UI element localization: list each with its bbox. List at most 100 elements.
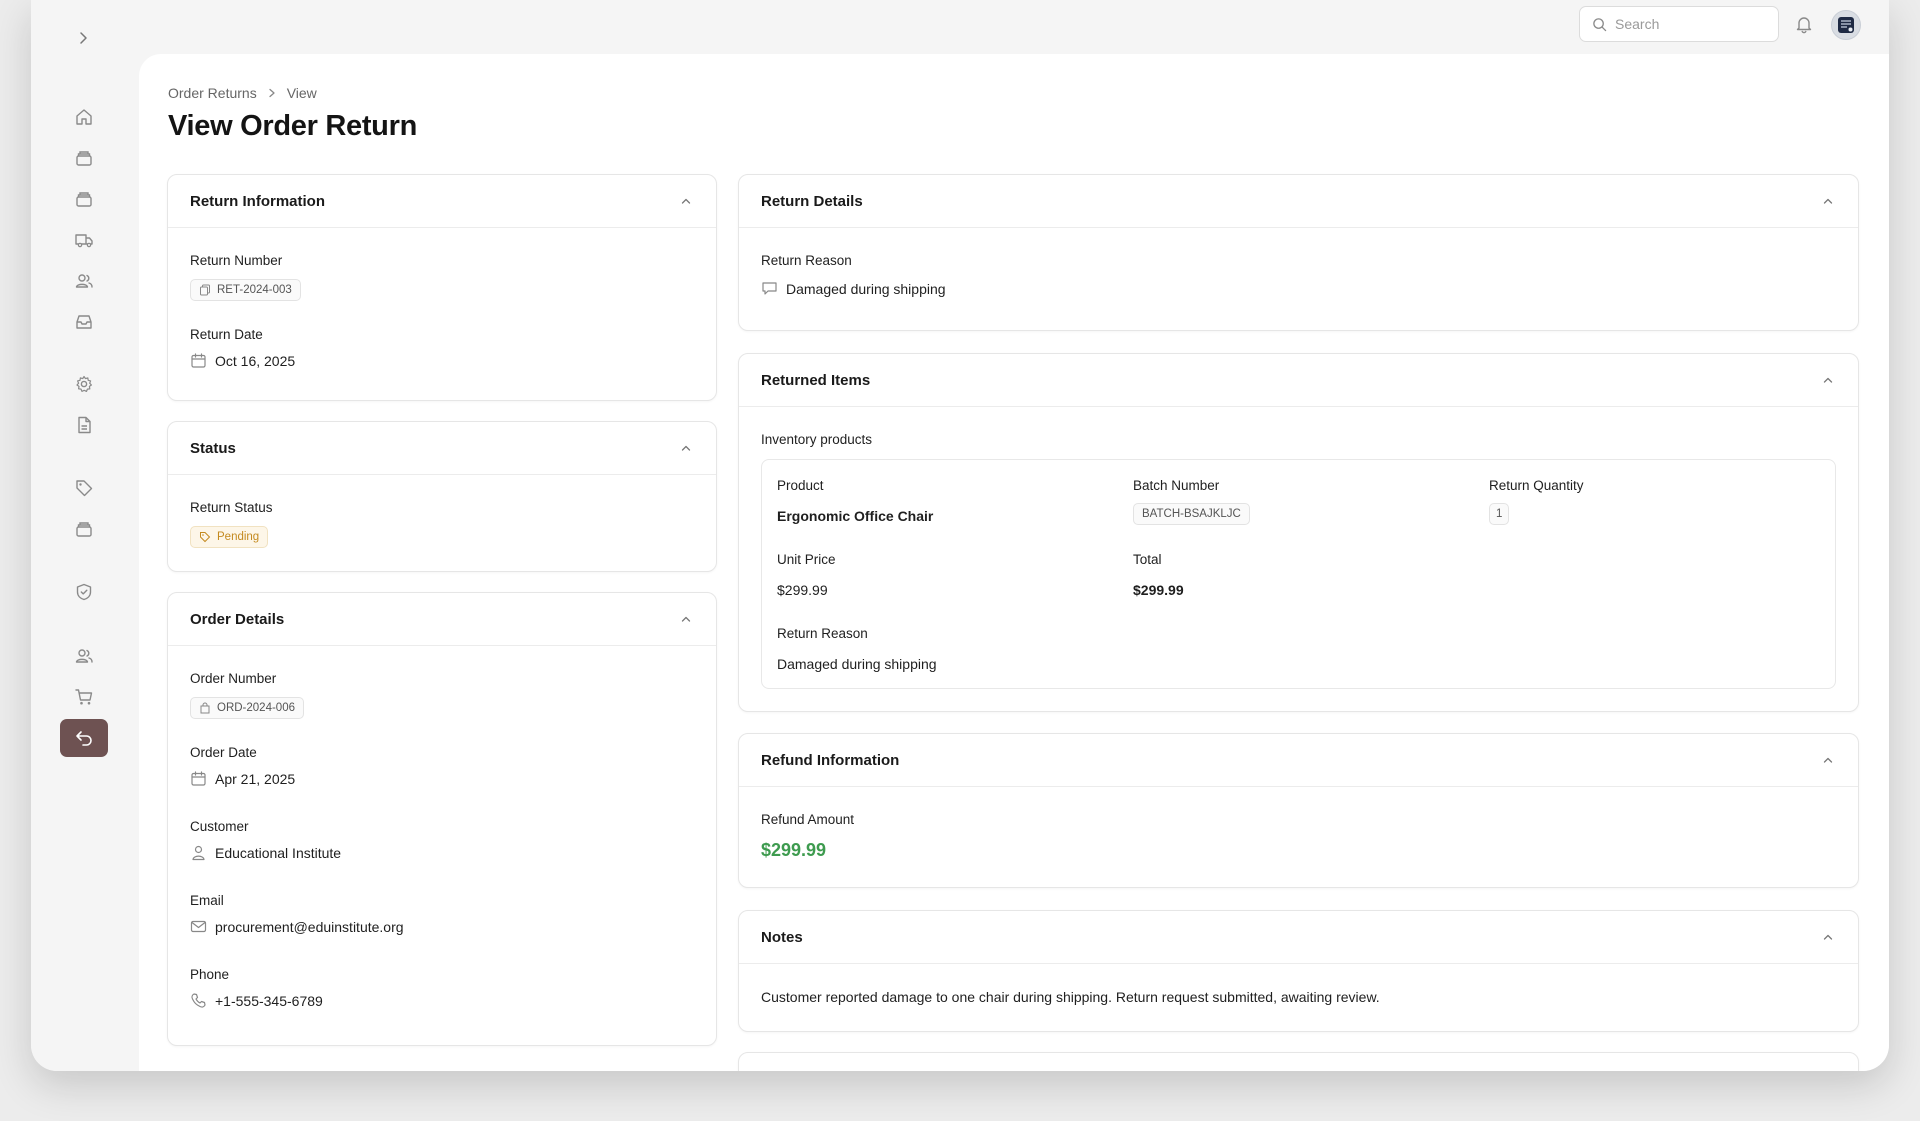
users-icon (75, 649, 93, 663)
total-label: Total (1133, 552, 1162, 567)
batch-number-badge: BATCH-BSAJKLJC (1133, 503, 1250, 525)
email-value[interactable]: procurement@eduinstitute.org (215, 919, 404, 935)
avatar-image-icon (1838, 17, 1854, 33)
breadcrumb-link-order-returns[interactable]: Order Returns (168, 85, 257, 101)
return-reason-field: Damaged during shipping (761, 280, 946, 297)
chevron-up-icon[interactable] (1822, 373, 1836, 387)
archive-icon (76, 522, 92, 537)
sidebar-item-tags[interactable] (60, 469, 108, 507)
returned-items-card: Returned Items Inventory products Produc… (738, 353, 1859, 712)
card-header[interactable]: Notes (739, 911, 1858, 964)
notes-text: Customer reported damage to one chair du… (761, 989, 1380, 1005)
sidebar-item-home[interactable] (60, 98, 108, 136)
email-label: Email (190, 893, 224, 908)
sidebar-item-order-returns[interactable] (60, 719, 108, 757)
card-header[interactable]: Return Information (168, 175, 716, 228)
card-header[interactable]: Return Details (739, 175, 1858, 228)
users-icon (75, 274, 93, 288)
chevron-up-icon[interactable] (1822, 194, 1836, 208)
chevron-up-icon[interactable] (1822, 930, 1836, 944)
chevron-up-icon[interactable] (680, 194, 694, 208)
chevron-right-icon (267, 88, 277, 98)
truck-icon (75, 234, 93, 248)
return-details-card: Return Details Return Reason Damaged dur… (738, 174, 1859, 331)
sidebar-item-security[interactable] (60, 573, 108, 611)
page-title: View Order Return (168, 110, 417, 142)
chevron-up-icon[interactable] (680, 612, 694, 626)
search-input[interactable] (1615, 16, 1755, 32)
card-header[interactable]: Refund Information (739, 734, 1858, 787)
gear-icon (76, 375, 92, 392)
sidebar-item-customers[interactable] (60, 637, 108, 675)
sidebar-item-settings[interactable] (60, 365, 108, 403)
card-header[interactable]: Order Details (168, 593, 716, 646)
archive-icon (76, 151, 92, 166)
batch-number-label: Batch Number (1133, 478, 1220, 493)
return-reason-label: Return Reason (761, 253, 852, 268)
return-quantity-badge: 1 (1489, 503, 1510, 525)
sidebar-item-users[interactable] (60, 262, 108, 300)
item-return-reason-label: Return Reason (777, 626, 868, 641)
return-number-badge[interactable]: RET-2024-003 (190, 279, 301, 301)
card-title: Notes (761, 928, 803, 946)
phone-icon (191, 993, 206, 1008)
sidebar-item-shipping[interactable] (60, 221, 108, 259)
product-label: Product (777, 478, 824, 493)
sidebar-item-inbox[interactable] (60, 303, 108, 341)
sidebar-item-orders[interactable] (60, 678, 108, 716)
calendar-icon (191, 771, 206, 786)
returned-item-row: Product Ergonomic Office Chair Batch Num… (761, 459, 1836, 689)
mail-icon (190, 920, 207, 933)
sidebar-item-documents[interactable] (60, 406, 108, 444)
card-title: Order Details (190, 610, 285, 628)
refund-amount-label: Refund Amount (761, 812, 855, 827)
card-header[interactable]: Returned Items (739, 354, 1858, 407)
archive-icon (76, 192, 92, 207)
return-status-label: Return Status (190, 500, 273, 515)
return-date-field: Oct 16, 2025 (190, 352, 295, 369)
card-header[interactable]: Status (168, 422, 716, 475)
product-value: Ergonomic Office Chair (777, 508, 934, 524)
order-date-field: Apr 21, 2025 (190, 770, 295, 787)
status-card: Status Return Status Pending (167, 421, 717, 572)
batch-number-value: BATCH-BSAJKLJC (1142, 508, 1241, 520)
return-date-value: Oct 16, 2025 (215, 352, 296, 369)
order-number-badge[interactable]: ORD-2024-006 (190, 697, 304, 719)
sidebar-item-archive[interactable] (60, 139, 108, 177)
email-field: procurement@eduinstitute.org (190, 918, 404, 935)
sidebar-item-archive-2[interactable] (60, 180, 108, 218)
search-bar[interactable] (1579, 6, 1779, 42)
order-date-value: Apr 21, 2025 (215, 770, 296, 787)
message-icon (762, 282, 777, 295)
chevron-up-icon[interactable] (680, 441, 694, 455)
avatar[interactable] (1831, 10, 1861, 40)
main-content: Order Returns View View Order Return Ret… (139, 54, 1889, 1071)
card-title: Return Details (761, 192, 863, 210)
refund-information-card: Refund Information Refund Amount $299.99 (738, 733, 1859, 888)
card-title: Return Information (190, 192, 325, 210)
return-icon (76, 731, 92, 746)
shopping-bag-icon (200, 702, 210, 714)
phone-value[interactable]: +1-555-345-6789 (215, 993, 323, 1009)
home-icon (76, 109, 92, 125)
chevron-up-icon[interactable] (1822, 753, 1836, 767)
inventory-products-label: Inventory products (761, 432, 873, 447)
item-return-reason-value: Damaged during shipping (777, 656, 937, 672)
notifications-button[interactable] (1793, 13, 1815, 35)
customer-field: Educational Institute (190, 844, 341, 861)
order-date-label: Order Date (190, 745, 257, 760)
refund-amount-value: $299.99 (761, 840, 827, 860)
search-icon (1593, 17, 1607, 31)
status-value: Pending (217, 531, 260, 543)
sidebar-toggle-button[interactable] (73, 28, 93, 48)
cart-icon (75, 689, 93, 705)
sidebar-item-archive-3[interactable] (60, 510, 108, 548)
shield-icon (76, 583, 92, 601)
return-quantity-label: Return Quantity (1489, 478, 1584, 493)
breadcrumb: Order Returns View (168, 85, 317, 101)
order-details-card: Order Details Order Number ORD-2024-006 … (167, 592, 717, 1046)
card-title: Refund Information (761, 751, 900, 769)
phone-field: +1-555-345-6789 (190, 992, 323, 1009)
return-reason-value: Damaged during shipping (786, 280, 946, 297)
sidebar (31, 0, 139, 1071)
